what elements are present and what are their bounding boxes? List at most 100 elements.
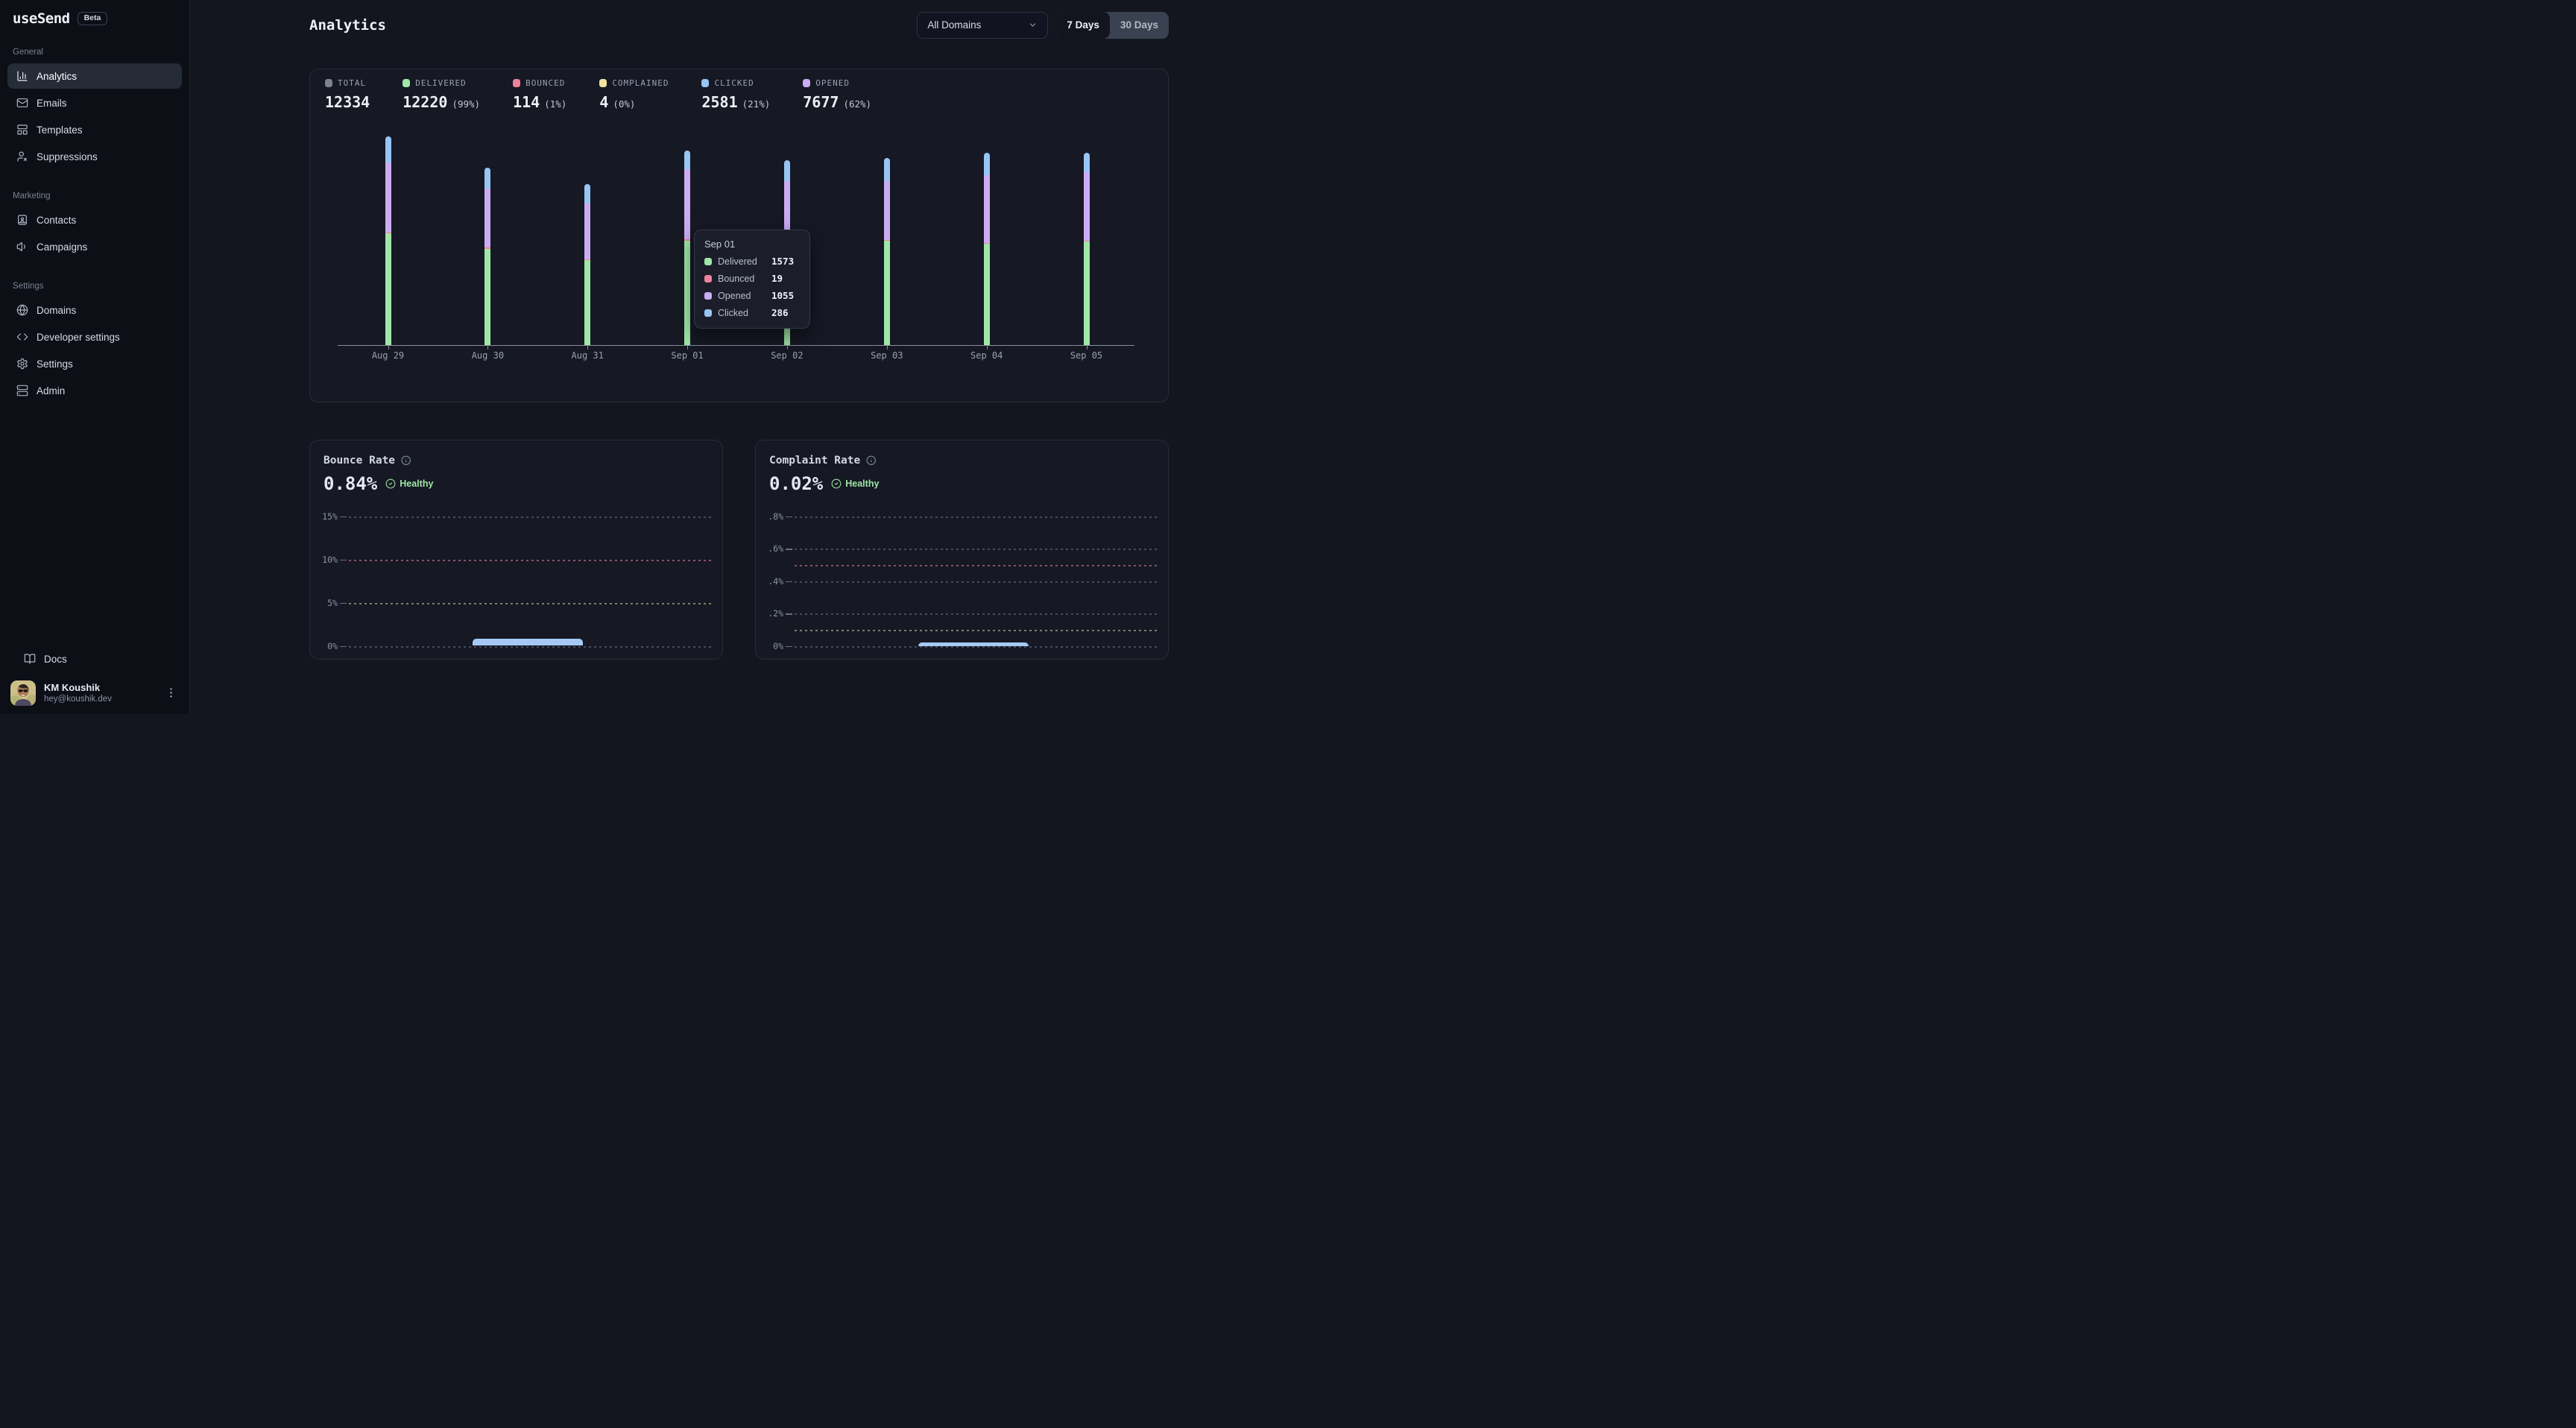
user-row[interactable]: KM Koushik hey@koushik.dev [10,680,179,706]
rate-cards-row: Bounce Rate 0.84% Healthy 15%10%5%0% Com… [309,440,1169,660]
sidebar-item-docs[interactable]: Docs [15,646,174,672]
sidebar-item-suppressions[interactable]: Suppressions [7,144,182,169]
gridline [349,646,712,648]
y-axis-label: 10% [310,555,338,565]
layout-icon [16,124,28,136]
rate-area-mark [473,639,583,646]
y-axis-tick [786,549,792,550]
volume-bar-sep-01[interactable] [684,151,690,345]
x-axis-label: Sep 05 [1053,350,1120,361]
gridline [795,516,1158,518]
gridline-warning [349,603,712,604]
legend-chip [704,292,712,300]
bar-segment-opened [385,162,391,233]
bar-segment-opened [984,175,990,243]
bar-segment-delivered [884,241,890,345]
stat-bounced: BOUNCED114(1%) [513,78,566,111]
sidebar-item-label: Campaigns [37,241,87,253]
y-axis-label: 15% [310,511,338,522]
sidebar-item-label: Domains [37,305,76,316]
gridline [795,646,1158,648]
bar-segment-delivered [484,249,490,345]
gridline-danger [795,565,1158,566]
sidebar-item-label: Settings [37,358,73,370]
bar-segment-delivered [385,233,391,345]
tooltip-row-clicked: Clicked286 [704,307,800,318]
stat-label: DELIVERED [415,78,467,88]
sidebar-item-settings[interactable]: Settings [7,351,182,376]
sidebar-item-campaigns[interactable]: Campaigns [7,234,182,259]
volume-bar-aug-29[interactable] [385,136,391,345]
sidebar-nav: GeneralAnalyticsEmailsTemplatesSuppressi… [0,48,189,403]
stat-value: 4 [599,93,608,111]
bar-segment-clicked [484,168,490,189]
info-icon[interactable] [866,455,877,466]
bar-segment-delivered [984,244,990,345]
x-axis-label: Sep 01 [654,350,721,361]
avatar [10,680,36,706]
sidebar-item-templates[interactable]: Templates [7,117,182,142]
sidebar-item-analytics[interactable]: Analytics [7,63,182,89]
bounce-rate-title: Bounce Rate [323,455,395,467]
email-volume-card: TOTAL12334DELIVERED12220(99%)BOUNCED114(… [309,69,1169,402]
sidebar: useSend Beta GeneralAnalyticsEmailsTempl… [0,0,190,714]
info-icon[interactable] [401,455,411,466]
sidebar-item-admin[interactable]: Admin [7,378,182,403]
gridline [795,613,1158,615]
chart-tooltip: Sep 01 Delivered1573Bounced19Opened1055C… [694,230,810,329]
healthy-label: Healthy [400,478,433,489]
y-axis-tick [786,516,792,518]
stat-complained: COMPLAINED 4 (0%) [599,78,669,111]
user-name: KM Koushik [44,683,112,693]
y-axis-tick [786,581,792,583]
user-menu-button[interactable] [165,686,177,699]
toggle-7-days[interactable]: 7 Days [1056,12,1110,39]
sidebar-item-developer-settings[interactable]: Developer settings [7,324,182,350]
volume-bar-sep-03[interactable] [884,158,890,345]
sidebar-item-label: Admin [37,385,65,397]
stat-value: 12334 [325,93,370,111]
tooltip-row-label: Clicked [718,308,765,318]
sidebar-section-settings: SettingsDomainsDeveloper settingsSetting… [0,282,189,403]
tooltip-row-label: Opened [718,291,765,301]
tooltip-row-value: 1573 [771,256,794,267]
header-row: Analytics All Domains 7 Days 30 Days [309,11,1169,39]
x-axis-label: Aug 30 [454,350,521,361]
domain-select[interactable]: All Domains [917,12,1048,39]
bar-chart-icon [16,70,28,82]
x-axis-label: Aug 31 [554,350,621,361]
sidebar-item-domains[interactable]: Domains [7,297,182,323]
volume-bar-aug-30[interactable] [484,168,490,345]
y-axis-label: .8% [756,511,783,522]
volume-bar-aug-31[interactable] [584,184,590,345]
stat-label: COMPLAINED [612,78,669,88]
header-controls: All Domains 7 Days 30 Days [917,12,1169,39]
stat-percent: (0%) [613,98,635,110]
x-axis-tick [687,346,688,350]
y-axis-label: 0% [756,641,783,651]
stat-percent: (99%) [452,98,480,110]
user-email: hey@koushik.dev [44,695,112,704]
tooltip-title: Sep 01 [704,238,800,250]
y-axis-tick [340,646,347,648]
gridline [349,516,712,518]
y-axis-label: .4% [756,576,783,587]
stat-label: CLICKED [714,78,754,88]
stat-color-dot [325,79,332,87]
domain-select-value: All Domains [927,19,981,31]
bar-segment-clicked [784,160,790,181]
sidebar-item-emails[interactable]: Emails [7,90,182,116]
sidebar-section-marketing: MarketingContactsCampaigns [0,192,189,259]
check-circle-icon [385,478,396,489]
sidebar-section-general: GeneralAnalyticsEmailsTemplatesSuppressi… [0,48,189,169]
tooltip-row-bounced: Bounced19 [704,273,800,284]
bar-segment-delivered [584,260,590,345]
sidebar-item-contacts[interactable]: Contacts [7,207,182,233]
volume-bar-sep-04[interactable] [984,153,990,345]
bar-segment-clicked [984,153,990,174]
x-axis-label: Sep 02 [754,350,821,361]
toggle-30-days[interactable]: 30 Days [1110,12,1169,39]
volume-bar-sep-05[interactable] [1084,153,1090,345]
check-circle-icon [831,478,842,489]
tooltip-row-delivered: Delivered1573 [704,256,800,267]
